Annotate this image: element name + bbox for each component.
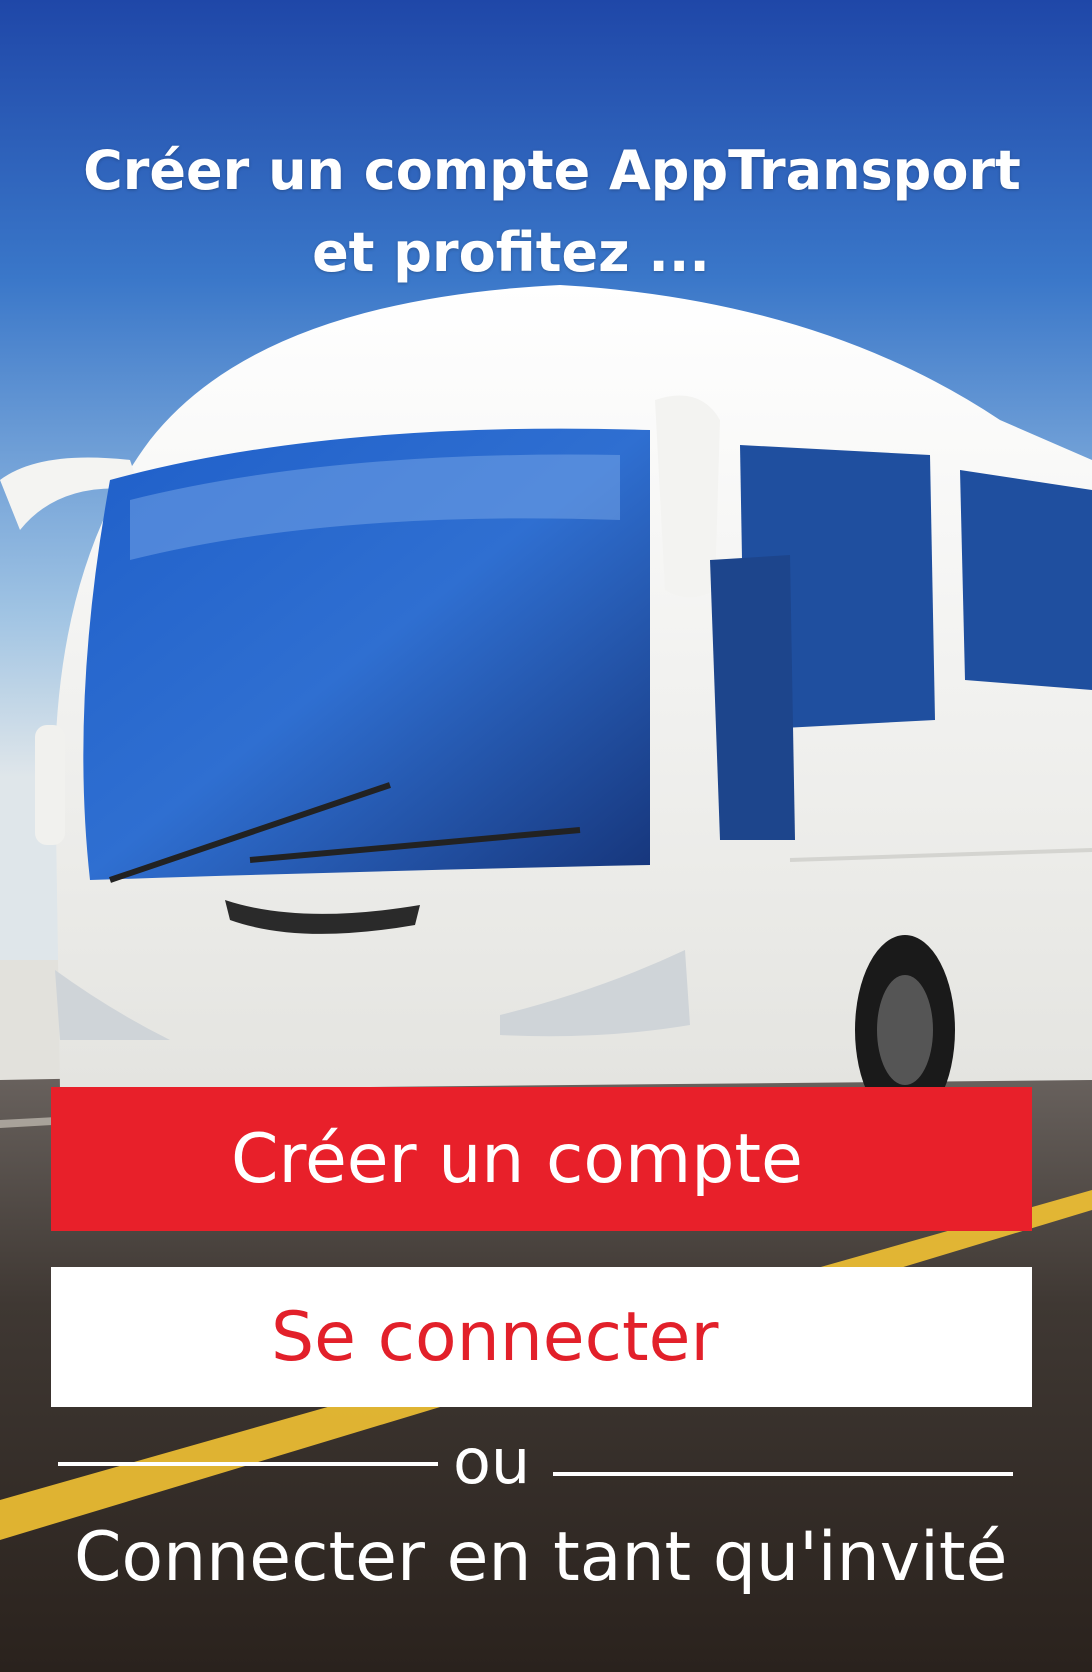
welcome-headline: Créer un compte AppTransport et profitez… [0, 130, 1092, 294]
headline-line-1: Créer un compte AppTransport [83, 139, 1021, 202]
headline-line-2: et profitez ... [312, 221, 710, 284]
guest-login-link[interactable]: Connecter en tant qu'invité [74, 1515, 1007, 1601]
or-separator: ou [58, 1422, 1013, 1502]
login-button[interactable]: Se connecter [51, 1267, 1032, 1407]
separator-line-left [58, 1462, 438, 1466]
welcome-screen: Créer un compte AppTransport et profitez… [0, 0, 1092, 1672]
separator-label: ou [453, 1425, 531, 1498]
create-account-button[interactable]: Créer un compte [51, 1087, 1032, 1231]
separator-line-right [553, 1472, 1013, 1476]
